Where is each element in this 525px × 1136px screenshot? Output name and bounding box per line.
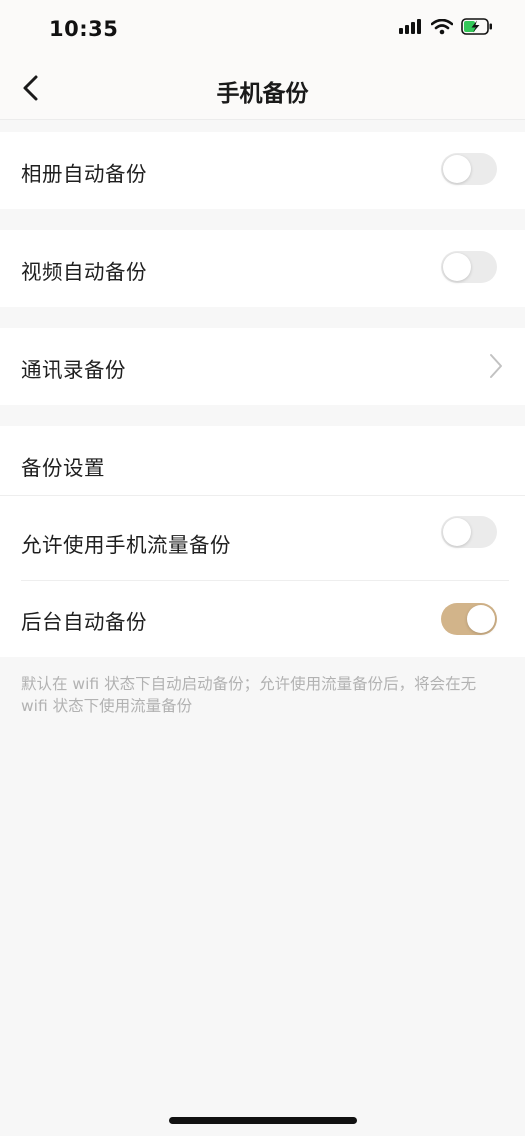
row-divider xyxy=(21,580,509,581)
toggle-knob xyxy=(443,155,471,183)
page-title: 手机备份 xyxy=(216,81,309,107)
status-time: 10:35 xyxy=(49,17,119,41)
toggle-knob xyxy=(467,605,495,633)
background-backup-toggle[interactable] xyxy=(441,603,497,635)
toggle-knob xyxy=(443,253,471,281)
cellular-backup-label: 允许使用手机流量备份 xyxy=(21,533,231,557)
status-bar: 10:35 xyxy=(0,0,525,58)
video-backup-label: 视频自动备份 xyxy=(21,260,147,284)
video-backup-row: 视频自动备份 xyxy=(0,230,525,307)
status-icons xyxy=(399,18,493,35)
battery-charging-icon xyxy=(461,18,492,35)
chevron-right-icon xyxy=(490,354,502,378)
contacts-backup-label: 通讯录备份 xyxy=(21,358,126,382)
section-divider xyxy=(0,495,525,496)
backup-footnote: 默认在 wifi 状态下自动启动备份；允许使用流量备份后，将会在无 wifi 状… xyxy=(21,675,477,715)
album-backup-row: 相册自动备份 xyxy=(0,132,525,209)
nav-bar: 手机备份 xyxy=(0,58,525,120)
signal-icon xyxy=(399,18,421,34)
home-indicator[interactable] xyxy=(169,1117,357,1124)
cellular-backup-toggle[interactable] xyxy=(441,516,497,548)
album-backup-toggle[interactable] xyxy=(441,153,497,185)
contacts-backup-row[interactable]: 通讯录备份 xyxy=(0,328,525,405)
background-backup-label: 后台自动备份 xyxy=(21,610,147,634)
video-backup-toggle[interactable] xyxy=(441,251,497,283)
section-title: 备份设置 xyxy=(21,456,105,480)
toggle-knob xyxy=(443,518,471,546)
backup-settings-section: 备份设置 允许使用手机流量备份 后台自动备份 xyxy=(0,426,525,657)
wifi-icon xyxy=(431,18,453,34)
album-backup-label: 相册自动备份 xyxy=(21,162,147,186)
